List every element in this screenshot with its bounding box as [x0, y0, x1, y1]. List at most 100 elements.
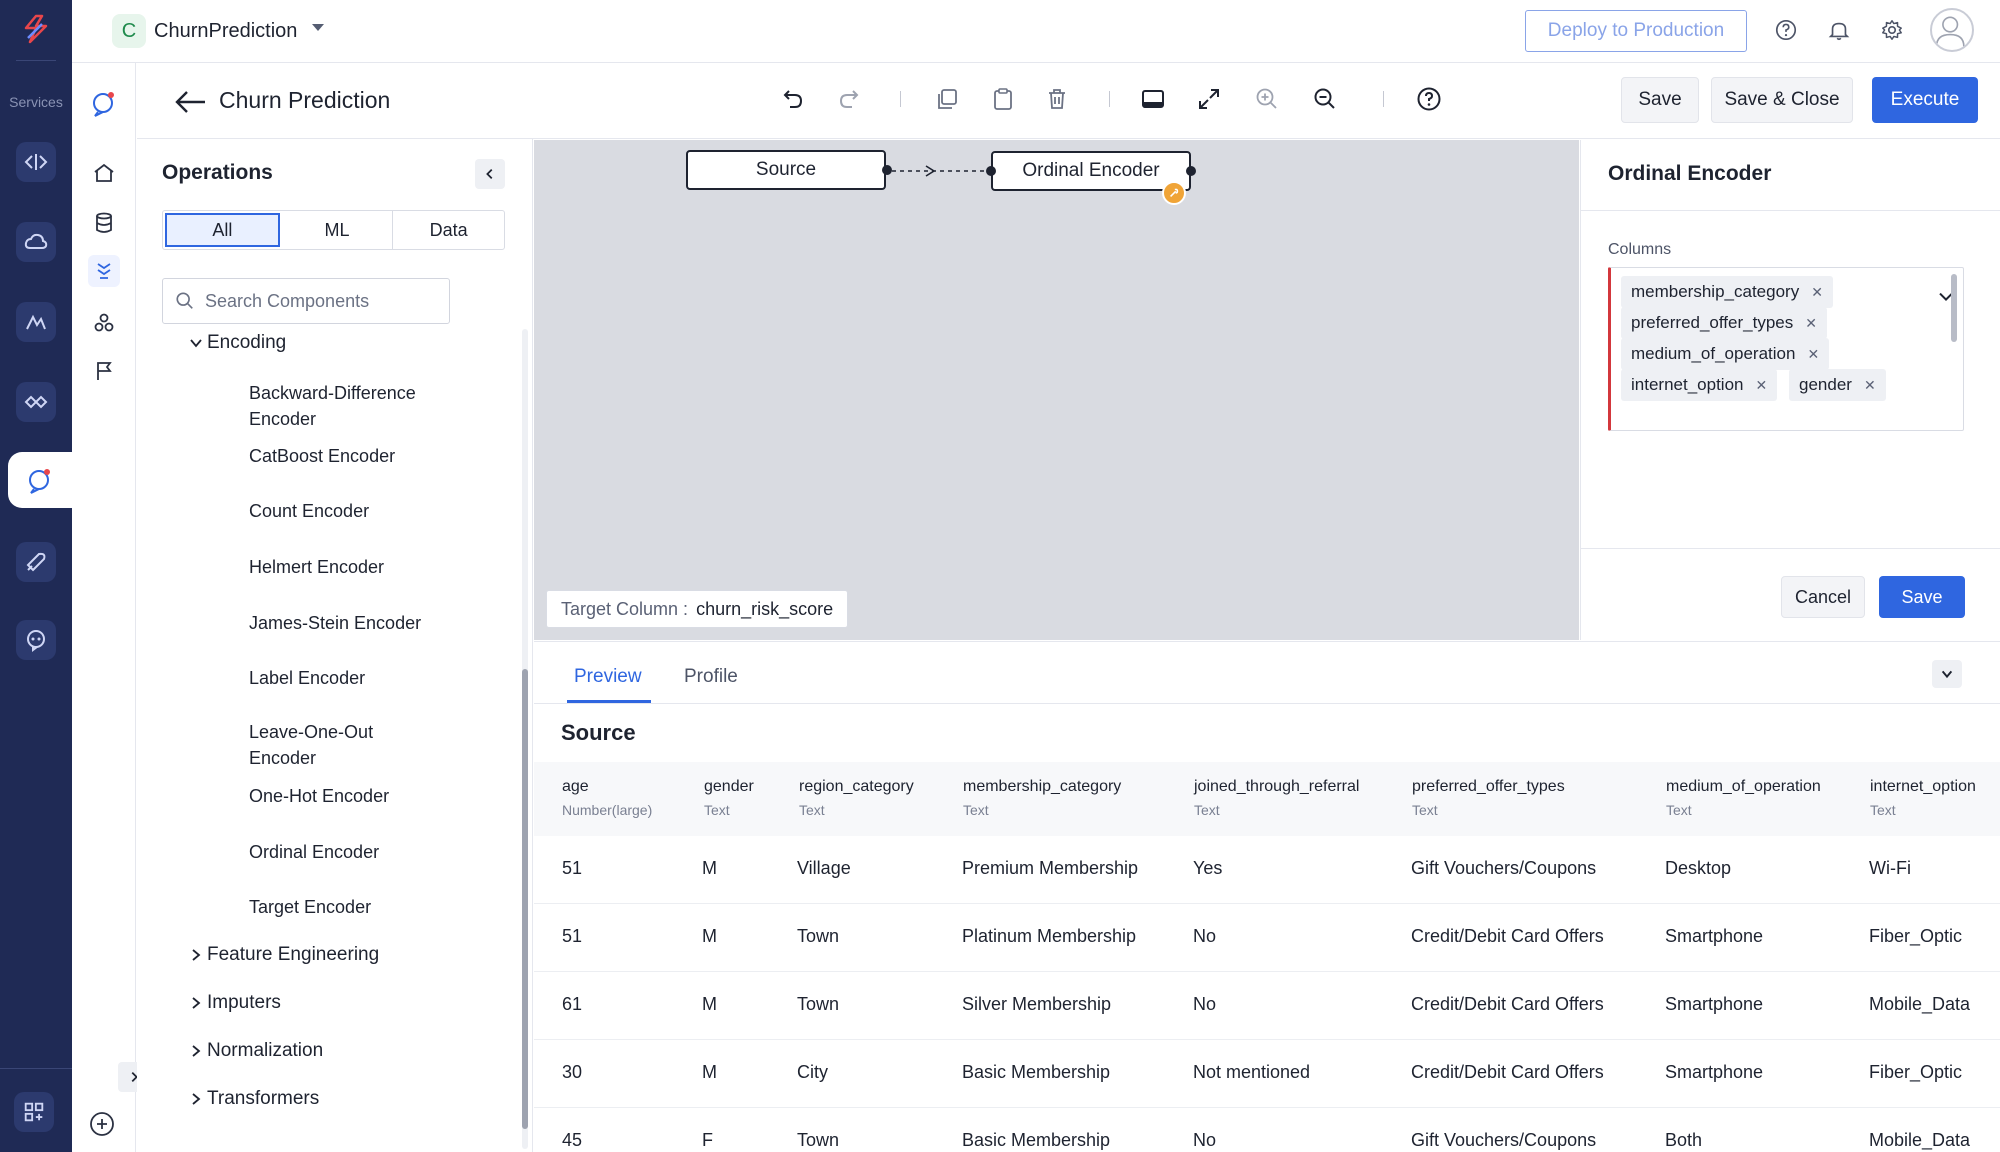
operation-item[interactable]: Backward-Difference Encoder: [249, 380, 469, 432]
column-chip[interactable]: membership_category ✕: [1621, 276, 1833, 308]
delete-trash-icon[interactable]: [1041, 83, 1073, 115]
save-button[interactable]: Save: [1621, 77, 1699, 123]
deploy-service-icon[interactable]: [16, 542, 56, 582]
columns-multiselect[interactable]: membership_category ✕ preferred_offer_typ…: [1608, 267, 1964, 431]
ml-service-active-icon[interactable]: [8, 452, 72, 508]
operation-item[interactable]: James-Stein Encoder: [249, 610, 469, 636]
chevron-right-icon[interactable]: [189, 1092, 203, 1106]
add-circle-icon[interactable]: [88, 1110, 116, 1138]
source-node[interactable]: Source: [686, 150, 886, 190]
toggle-panel-icon[interactable]: [1137, 83, 1169, 115]
table-row[interactable]: 45 F Town Basic Membership No Gift Vouchers/C…: [534, 1108, 2000, 1152]
tab-ml[interactable]: ML: [282, 211, 394, 249]
home-icon[interactable]: [88, 157, 120, 189]
project-selector[interactable]: ChurnPrediction: [154, 20, 297, 43]
pipeline-canvas[interactable]: Source Ordinal Encoder Target Column : c…: [534, 140, 1579, 640]
notifications-bell-icon[interactable]: [1825, 16, 1853, 44]
operation-item[interactable]: Helmert Encoder: [249, 554, 469, 580]
column-header[interactable]: membership_category Text: [963, 778, 1121, 818]
category-transformers[interactable]: Transformers: [207, 1088, 319, 1110]
scrollbar-thumb[interactable]: [522, 669, 528, 1129]
models-icon[interactable]: [88, 307, 120, 339]
operations-scrollbar[interactable]: [522, 329, 528, 1149]
save-and-close-button[interactable]: Save & Close: [1711, 77, 1853, 123]
column-header[interactable]: region_category Text: [799, 778, 914, 818]
column-header[interactable]: preferred_offer_types Text: [1412, 778, 1565, 818]
properties-save-button[interactable]: Save: [1879, 576, 1965, 618]
tab-data[interactable]: Data: [393, 211, 504, 249]
apps-grid-icon[interactable]: [14, 1092, 54, 1132]
category-normalization[interactable]: Normalization: [207, 1040, 323, 1062]
undo-icon[interactable]: [777, 83, 809, 115]
zoom-in-icon[interactable]: [1251, 83, 1283, 115]
input-port[interactable]: [986, 166, 996, 176]
operation-item[interactable]: Ordinal Encoder: [249, 839, 469, 865]
column-header[interactable]: internet_option Text: [1870, 778, 1976, 818]
chevron-right-icon[interactable]: [189, 948, 203, 962]
column-chip[interactable]: medium_of_operation ✕: [1621, 338, 1830, 370]
category-feature-engineering[interactable]: Feature Engineering: [207, 944, 379, 966]
ordinal-encoder-node[interactable]: Ordinal Encoder: [991, 151, 1191, 191]
collapse-panel-button[interactable]: [475, 159, 505, 189]
integration-service-icon[interactable]: [16, 382, 56, 422]
zoom-out-icon[interactable]: [1309, 83, 1341, 115]
operation-item[interactable]: Count Encoder: [249, 498, 469, 524]
flag-icon[interactable]: [88, 355, 120, 387]
database-icon[interactable]: [88, 207, 120, 239]
columns-scrollbar[interactable]: [1951, 274, 1957, 342]
category-imputers[interactable]: Imputers: [207, 992, 281, 1014]
operation-item[interactable]: Target Encoder: [249, 894, 469, 920]
cloud-service-icon[interactable]: [16, 222, 56, 262]
ml-module-icon[interactable]: [86, 85, 122, 121]
caret-down-icon[interactable]: [312, 24, 324, 31]
remove-chip-icon[interactable]: ✕: [1811, 284, 1823, 301]
column-header[interactable]: joined_through_referral Text: [1194, 778, 1359, 818]
table-row[interactable]: 61 M Town Silver Membership No Credit/Debit C…: [534, 972, 2000, 1040]
chevron-right-icon[interactable]: [189, 1044, 203, 1058]
tab-profile[interactable]: Profile: [684, 666, 738, 688]
operation-item[interactable]: Leave-One-Out Encoder: [249, 719, 399, 771]
output-port[interactable]: [1186, 166, 1196, 176]
user-avatar[interactable]: [1930, 8, 1974, 52]
warning-badge-icon[interactable]: [1162, 181, 1186, 205]
table-row[interactable]: 30 M City Basic Membership Not mentioned Cred…: [534, 1040, 2000, 1108]
bot-service-icon[interactable]: [16, 620, 56, 660]
remove-chip-icon[interactable]: ✕: [1755, 377, 1767, 394]
search-components-input[interactable]: [205, 279, 445, 323]
column-chip[interactable]: gender ✕: [1789, 369, 1886, 401]
deploy-to-production-button[interactable]: Deploy to Production: [1525, 10, 1747, 52]
chevron-right-icon[interactable]: [189, 996, 203, 1010]
operation-item[interactable]: Label Encoder: [249, 665, 469, 691]
column-chip[interactable]: internet_option ✕: [1621, 369, 1778, 401]
settings-gear-icon[interactable]: [1878, 16, 1906, 44]
cancel-button[interactable]: Cancel: [1781, 576, 1865, 618]
redo-icon[interactable]: [833, 83, 865, 115]
table-row[interactable]: 51 M Town Platinum Membership No Credit/Debit…: [534, 904, 2000, 972]
column-chip[interactable]: preferred_offer_types ✕: [1621, 307, 1827, 339]
tab-all[interactable]: All: [165, 213, 280, 247]
code-service-icon[interactable]: [16, 142, 56, 182]
operation-item[interactable]: One-Hot Encoder: [249, 783, 469, 809]
app-logo-icon[interactable]: [16, 12, 56, 52]
copy-icon[interactable]: [931, 83, 963, 115]
column-header[interactable]: age Number(large): [562, 778, 652, 818]
fit-to-screen-icon[interactable]: [1193, 83, 1225, 115]
remove-chip-icon[interactable]: ✕: [1807, 346, 1819, 363]
execute-button[interactable]: Execute: [1872, 77, 1978, 123]
remove-chip-icon[interactable]: ✕: [1805, 315, 1817, 332]
paste-icon[interactable]: [987, 83, 1019, 115]
remove-chip-icon[interactable]: ✕: [1864, 377, 1876, 394]
chevron-down-icon[interactable]: [189, 336, 203, 350]
back-arrow-icon[interactable]: [173, 87, 207, 117]
table-row[interactable]: 51 M Village Premium Membership Yes Gift Vouc…: [534, 836, 2000, 904]
category-encoding[interactable]: Encoding: [207, 332, 286, 354]
column-header[interactable]: gender Text: [704, 778, 754, 818]
help-icon[interactable]: [1772, 16, 1800, 44]
pipeline-icon[interactable]: [88, 255, 120, 287]
analytics-service-icon[interactable]: [16, 302, 56, 342]
operation-item[interactable]: CatBoost Encoder: [249, 443, 469, 469]
tab-preview[interactable]: Preview: [574, 666, 642, 688]
column-header[interactable]: medium_of_operation Text: [1666, 778, 1821, 818]
collapse-preview-button[interactable]: [1932, 660, 1962, 688]
help-circle-icon[interactable]: [1413, 83, 1445, 115]
